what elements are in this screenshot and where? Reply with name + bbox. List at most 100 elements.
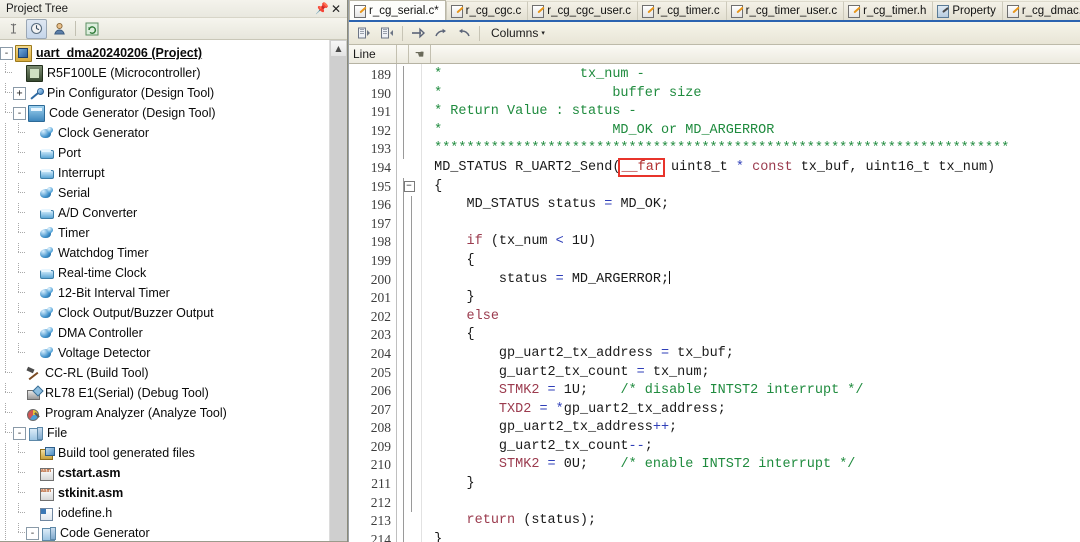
code-line[interactable]: { — [422, 178, 1080, 197]
fold-collapse-icon[interactable]: − — [403, 181, 415, 193]
fold-cell[interactable] — [397, 475, 421, 494]
fold-cell[interactable] — [397, 494, 421, 513]
code-line[interactable]: } — [422, 289, 1080, 308]
code-text-column[interactable]: * tx_num - * buffer size * Return Value … — [422, 64, 1080, 542]
code-line[interactable] — [422, 494, 1080, 513]
fold-cell[interactable] — [397, 159, 421, 178]
code-line[interactable]: * Return Value : status - — [422, 103, 1080, 122]
fold-cell[interactable] — [397, 419, 421, 438]
fold-cell[interactable] — [397, 233, 421, 252]
tree-item-r5f100le-microcontroller[interactable]: R5F100LE (Microcontroller) — [0, 63, 330, 83]
editor-tab-r-cg-timer-user-c[interactable]: r_cg_timer_user.c — [725, 1, 844, 20]
collapse-toggle-icon[interactable]: - — [0, 46, 13, 60]
code-line[interactable]: MD_STATUS status = MD_OK; — [422, 196, 1080, 215]
code-line[interactable]: if (tx_num < 1U) — [422, 233, 1080, 252]
code-line[interactable]: return (status); — [422, 512, 1080, 531]
fold-cell[interactable] — [397, 531, 421, 542]
collapse-toggle-icon[interactable]: - — [13, 106, 26, 120]
column-header-mark[interactable]: ☚ — [409, 45, 431, 63]
tree-item-serial[interactable]: Serial — [0, 183, 330, 203]
goto-icon[interactable] — [408, 24, 428, 42]
fold-cell[interactable] — [397, 512, 421, 531]
fold-cell[interactable] — [397, 140, 421, 159]
fold-cell[interactable] — [397, 252, 421, 271]
code-line[interactable]: } — [422, 475, 1080, 494]
fold-cell[interactable] — [397, 438, 421, 457]
project-tree-list[interactable]: - uart_dma20240206 (Project) R5F100LE (Mic… — [0, 40, 330, 541]
code-line[interactable]: gp_uart2_tx_address++; — [422, 419, 1080, 438]
tree-item-pin-configurator-design-tool[interactable]: + Pin Configurator (Design Tool) — [0, 83, 330, 103]
code-line[interactable]: STMK2 = 0U; /* enable INTST2 interrupt *… — [422, 456, 1080, 475]
fold-cell[interactable] — [397, 364, 421, 383]
fold-cell[interactable] — [397, 308, 421, 327]
code-line[interactable]: else — [422, 308, 1080, 327]
refresh-icon[interactable] — [81, 19, 102, 39]
code-editor-area[interactable]: 189 190 191 192 193 194 195 196 197 198 199 200 201 2… — [349, 64, 1080, 542]
tree-item-timer[interactable]: Timer — [0, 223, 330, 243]
code-line[interactable]: gp_uart2_tx_address = tx_buf; — [422, 345, 1080, 364]
tree-item-code-generator-design-tool[interactable]: - Code Generator (Design Tool) — [0, 103, 330, 123]
tree-item-clock-output-buzzer-output[interactable]: Clock Output/Buzzer Output — [0, 303, 330, 323]
tree-item-iodefine-h[interactable]: iodefine.h — [0, 503, 330, 523]
redo-icon[interactable] — [431, 24, 451, 42]
code-line[interactable]: MD_STATUS R_UART2_Send(__far uint8_t * c… — [422, 157, 1080, 178]
code-line[interactable]: { — [422, 326, 1080, 345]
code-folding-column[interactable]: − — [397, 64, 422, 542]
code-line[interactable]: * tx_num - — [422, 66, 1080, 85]
fold-cell[interactable] — [397, 289, 421, 308]
fold-cell[interactable] — [397, 103, 421, 122]
tree-item-uart-dma20240206-project[interactable]: - uart_dma20240206 (Project) — [0, 43, 330, 63]
tree-item-stkinit-asm[interactable]: stkinit.asm — [0, 483, 330, 503]
editor-tab-r-cg-dmac-c[interactable]: r_cg_dmac.c — [1001, 1, 1080, 20]
tree-item-cstart-asm[interactable]: cstart.asm — [0, 463, 330, 483]
tree-item-build-tool-generated-files[interactable]: Build tool generated files — [0, 443, 330, 463]
tree-vertical-scrollbar[interactable]: ▲ — [329, 40, 347, 541]
tree-item-file[interactable]: - File — [0, 423, 330, 443]
code-line[interactable]: TXD2 = *gp_uart2_tx_address; — [422, 401, 1080, 420]
fold-cell[interactable] — [397, 122, 421, 141]
close-icon[interactable]: ✕ — [329, 2, 343, 16]
column-header-line[interactable]: Line — [349, 45, 397, 63]
clock-icon[interactable] — [26, 18, 47, 39]
editor-tab-r-cg-cgc-user-c[interactable]: r_cg_cgc_user.c — [527, 1, 638, 20]
code-line[interactable]: g_uart2_tx_count--; — [422, 438, 1080, 457]
fold-cell[interactable] — [397, 326, 421, 345]
fold-cell[interactable] — [397, 85, 421, 104]
fold-cell[interactable] — [397, 66, 421, 85]
tree-item-code-generator[interactable]: - Code Generator — [0, 523, 330, 541]
code-line[interactable]: ****************************************… — [422, 140, 1080, 159]
fold-cell[interactable] — [397, 345, 421, 364]
tree-item-voltage-detector[interactable]: Voltage Detector — [0, 343, 330, 363]
code-line[interactable]: STMK2 = 1U; /* disable INTST2 interrupt … — [422, 382, 1080, 401]
tree-item-program-analyzer-analyze-tool[interactable]: Program Analyzer (Analyze Tool) — [0, 403, 330, 423]
undo-icon[interactable] — [454, 24, 474, 42]
fold-cell[interactable]: − — [397, 178, 421, 197]
columns-dropdown[interactable]: Columns ▾ — [485, 26, 547, 40]
fold-cell[interactable] — [397, 401, 421, 420]
editor-tab-r-cg-serial-c[interactable]: r_cg_serial.c* — [349, 0, 446, 20]
pin-icon[interactable]: 📌 — [315, 2, 329, 16]
editor-tab-property[interactable]: Property — [932, 1, 1002, 20]
code-line[interactable] — [422, 215, 1080, 234]
code-line[interactable]: } — [422, 531, 1080, 542]
code-line[interactable]: * MD_OK or MD_ARGERROR — [422, 122, 1080, 141]
tree-item-dma-controller[interactable]: DMA Controller — [0, 323, 330, 343]
scroll-track[interactable] — [330, 57, 347, 541]
tree-item-clock-generator[interactable]: Clock Generator — [0, 123, 330, 143]
fold-cell[interactable] — [397, 456, 421, 475]
tree-item-interrupt[interactable]: Interrupt — [0, 163, 330, 183]
code-line[interactable]: * buffer size — [422, 85, 1080, 104]
code-line[interactable]: status = MD_ARGERROR; — [422, 270, 1080, 290]
scroll-up-arrow-icon[interactable]: ▲ — [330, 40, 347, 57]
tree-item-rl78-e1-serial-debug-tool[interactable]: RL78 E1(Serial) (Debug Tool) — [0, 383, 330, 403]
tree-item-port[interactable]: Port — [0, 143, 330, 163]
user-icon[interactable] — [49, 19, 70, 39]
expand-toggle-icon[interactable]: + — [13, 86, 26, 100]
editor-tab-r-cg-timer-c[interactable]: r_cg_timer.c — [637, 1, 726, 20]
editor-tab-strip[interactable]: r_cg_serial.c* r_cg_cgc.c r_cg_cgc_user.c r… — [349, 0, 1080, 22]
collapse-toggle-icon[interactable]: - — [13, 426, 26, 440]
collapse-toggle-icon[interactable]: - — [26, 526, 39, 540]
fold-cell[interactable] — [397, 271, 421, 290]
tree-item-real-time-clock[interactable]: Real-time Clock — [0, 263, 330, 283]
bookmark-prev-icon[interactable] — [377, 24, 397, 42]
